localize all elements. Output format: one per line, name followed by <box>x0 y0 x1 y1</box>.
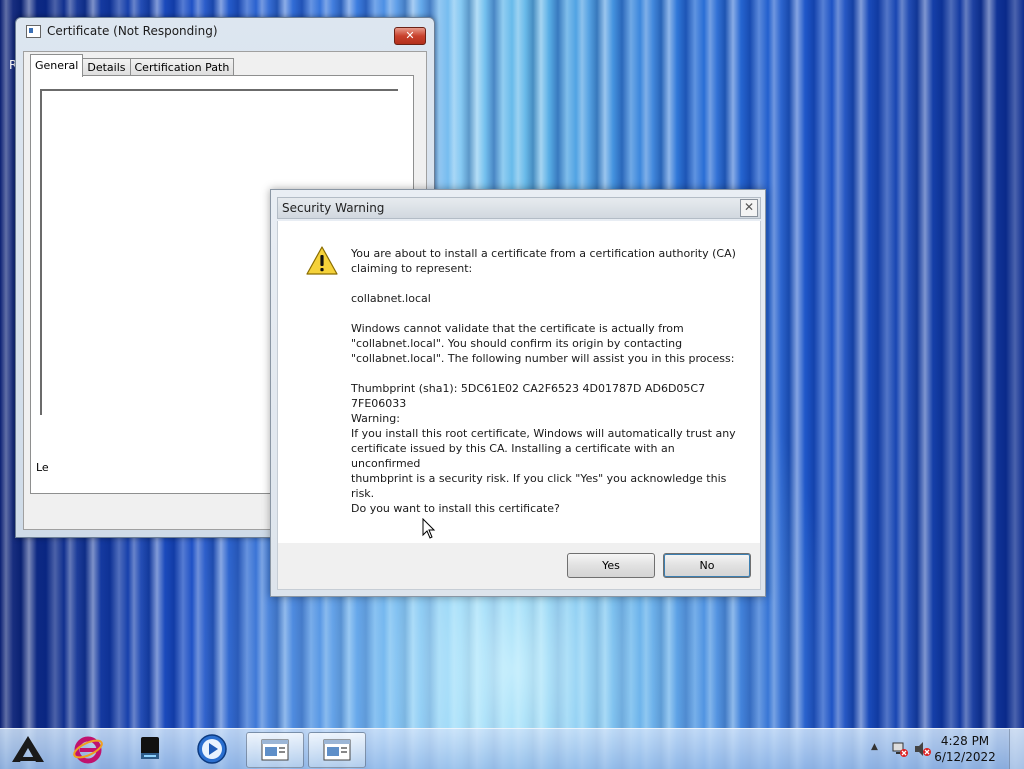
security-warning-content: You are about to install a certificate f… <box>277 221 761 543</box>
taskbar-internet-explorer[interactable] <box>60 732 116 766</box>
certificate-subject: collabnet.local <box>351 292 431 305</box>
yes-button[interactable]: Yes <box>567 553 655 578</box>
thumbprint-text: Thumbprint (sha1): 5DC61E02 CA2F6523 4D0… <box>351 382 709 410</box>
internet-explorer-icon <box>73 736 103 764</box>
clock[interactable]: 4:28 PM 6/12/2022 <box>930 733 1000 765</box>
intro-text: You are about to install a certificate f… <box>351 247 736 275</box>
security-warning-footer: Yes No <box>277 543 761 590</box>
tab-general[interactable]: General <box>30 54 84 77</box>
certificate-close-button[interactable]: ✕ <box>394 27 426 45</box>
clock-time: 4:28 PM <box>940 734 990 748</box>
certificate-titlebar: Certificate (Not Responding) <box>26 24 218 38</box>
app-logo-icon <box>12 736 44 762</box>
taskbar-media-player[interactable] <box>184 732 240 766</box>
drive-icon <box>141 737 159 759</box>
certificate-window-title: Certificate (Not Responding) <box>47 24 218 38</box>
show-desktop-button[interactable] <box>1009 729 1024 769</box>
mouse-cursor-icon <box>422 518 436 539</box>
no-button[interactable]: No <box>663 553 751 578</box>
media-player-icon <box>197 734 227 764</box>
show-hidden-icons-button[interactable]: ▲ <box>871 742 878 752</box>
clock-date: 6/12/2022 <box>934 750 996 764</box>
certificate-tabs: General Details Certification Path <box>30 54 235 77</box>
window-icon <box>323 739 351 761</box>
warning-text: Warning: If you install this root certif… <box>351 412 736 500</box>
warning-icon <box>306 246 338 275</box>
security-warning-close-button[interactable]: ✕ <box>740 199 758 217</box>
validation-text: Windows cannot validate that the certifi… <box>351 322 735 365</box>
taskbar-security-warning-window[interactable] <box>308 732 366 768</box>
security-warning-title: Security Warning <box>282 201 385 215</box>
taskbar-certificate-window[interactable] <box>246 732 304 768</box>
window-icon <box>261 739 289 761</box>
certificate-app-icon <box>26 24 41 38</box>
security-warning-dialog[interactable]: Security Warning ✕ You are about to inst… <box>270 189 766 597</box>
start-button[interactable] <box>0 732 56 766</box>
security-warning-titlebar[interactable]: Security Warning ✕ <box>277 197 761 219</box>
network-icon[interactable] <box>892 740 908 758</box>
taskbar-drive[interactable] <box>122 732 178 766</box>
taskbar: ▲ 4:28 PM 6/12/2022 <box>0 728 1024 769</box>
certificate-partial-label: Le <box>36 461 49 474</box>
install-question: Do you want to install this certificate? <box>351 502 560 515</box>
